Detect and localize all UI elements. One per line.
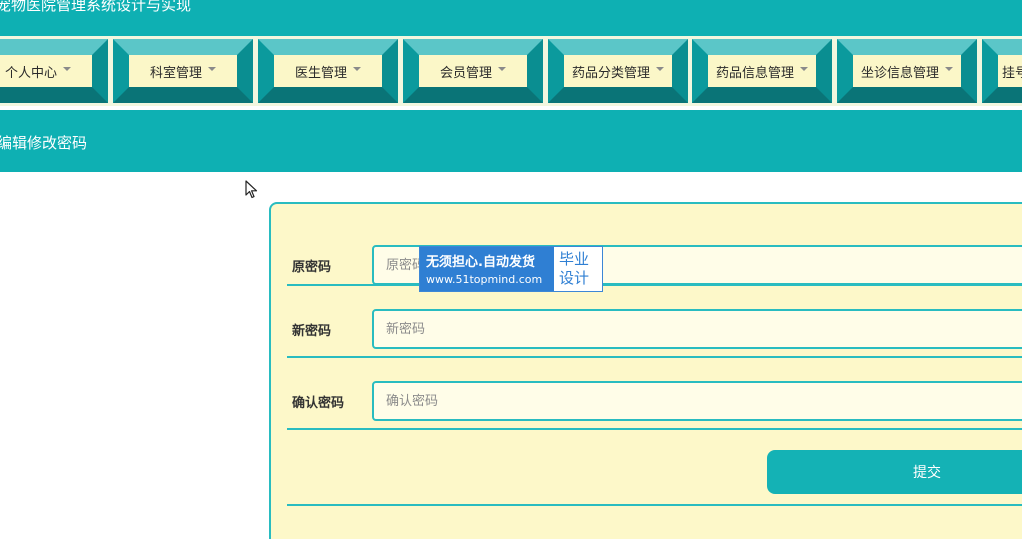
caret-down-icon bbox=[945, 67, 953, 71]
form-row-new-password: 新密码 bbox=[287, 286, 1022, 358]
nav-item-doctor[interactable]: 医生管理 bbox=[258, 36, 398, 106]
nav-item-registration[interactable]: 挂号 bbox=[982, 36, 1022, 106]
new-password-label: 新密码 bbox=[292, 324, 332, 339]
caret-down-icon bbox=[800, 67, 808, 71]
nav-item-label: 会员管理 bbox=[439, 65, 492, 81]
nav-item-drug-info[interactable]: 药品信息管理 bbox=[692, 36, 832, 106]
nav-item-consultation[interactable]: 坐诊信息管理 bbox=[837, 36, 977, 106]
caret-down-icon bbox=[63, 67, 71, 71]
nav-item-personal-center[interactable]: 个人中心 bbox=[0, 36, 108, 106]
app-title: 宠物医院管理系统设计与实现 bbox=[0, 0, 192, 14]
nav-item-label: 药品信息管理 bbox=[715, 65, 794, 81]
caret-down-icon bbox=[353, 67, 361, 71]
form-row-actions: 提交 bbox=[287, 430, 1022, 506]
section-title: 编辑修改密码 bbox=[0, 134, 88, 152]
confirm-password-label: 确认密码 bbox=[292, 396, 345, 411]
caret-down-icon bbox=[498, 67, 506, 71]
new-password-input[interactable] bbox=[372, 309, 1022, 349]
old-password-label: 原密码 bbox=[292, 260, 332, 275]
nav-item-label: 医生管理 bbox=[294, 65, 347, 81]
nav-item-department[interactable]: 科室管理 bbox=[113, 36, 253, 106]
caret-down-icon bbox=[208, 67, 216, 71]
page: 宠物医院管理系统设计与实现 个人中心 科室管理 医生管理 会员管理 药品分类管理… bbox=[0, 0, 1022, 539]
watermark-tag1: 毕业 bbox=[559, 250, 590, 268]
nav-item-label: 挂号 bbox=[1002, 65, 1022, 81]
watermark-line2: www.51topmind.com bbox=[426, 273, 543, 286]
form-row-old-password: 原密码 bbox=[287, 214, 1022, 286]
nav-item-label: 个人中心 bbox=[4, 65, 57, 81]
section-header: 编辑修改密码 bbox=[0, 110, 1022, 172]
watermark-line1: 无须担心.自动发货 bbox=[426, 255, 535, 270]
submit-button[interactable]: 提交 bbox=[767, 450, 1022, 494]
caret-down-icon bbox=[656, 67, 664, 71]
mouse-pointer-icon bbox=[245, 180, 258, 199]
watermark-badge: 无须担心.自动发货 www.51topmind.com 毕业 设计 bbox=[419, 246, 603, 292]
change-password-form: 原密码 新密码 确认密码 提交 bbox=[269, 202, 1022, 539]
nav-item-label: 科室管理 bbox=[149, 65, 202, 81]
main-nav: 个人中心 科室管理 医生管理 会员管理 药品分类管理 药品信息管理 坐诊信息管理… bbox=[0, 36, 1022, 106]
watermark-tag2: 设计 bbox=[559, 269, 590, 287]
nav-item-label: 药品分类管理 bbox=[571, 65, 650, 81]
nav-item-label: 坐诊信息管理 bbox=[860, 65, 939, 81]
title-bar: 宠物医院管理系统设计与实现 bbox=[0, 0, 1022, 36]
form-row-confirm-password: 确认密码 bbox=[287, 358, 1022, 430]
confirm-password-input[interactable] bbox=[372, 381, 1022, 421]
nav-item-member[interactable]: 会员管理 bbox=[403, 36, 543, 106]
nav-item-drug-category[interactable]: 药品分类管理 bbox=[548, 36, 688, 106]
